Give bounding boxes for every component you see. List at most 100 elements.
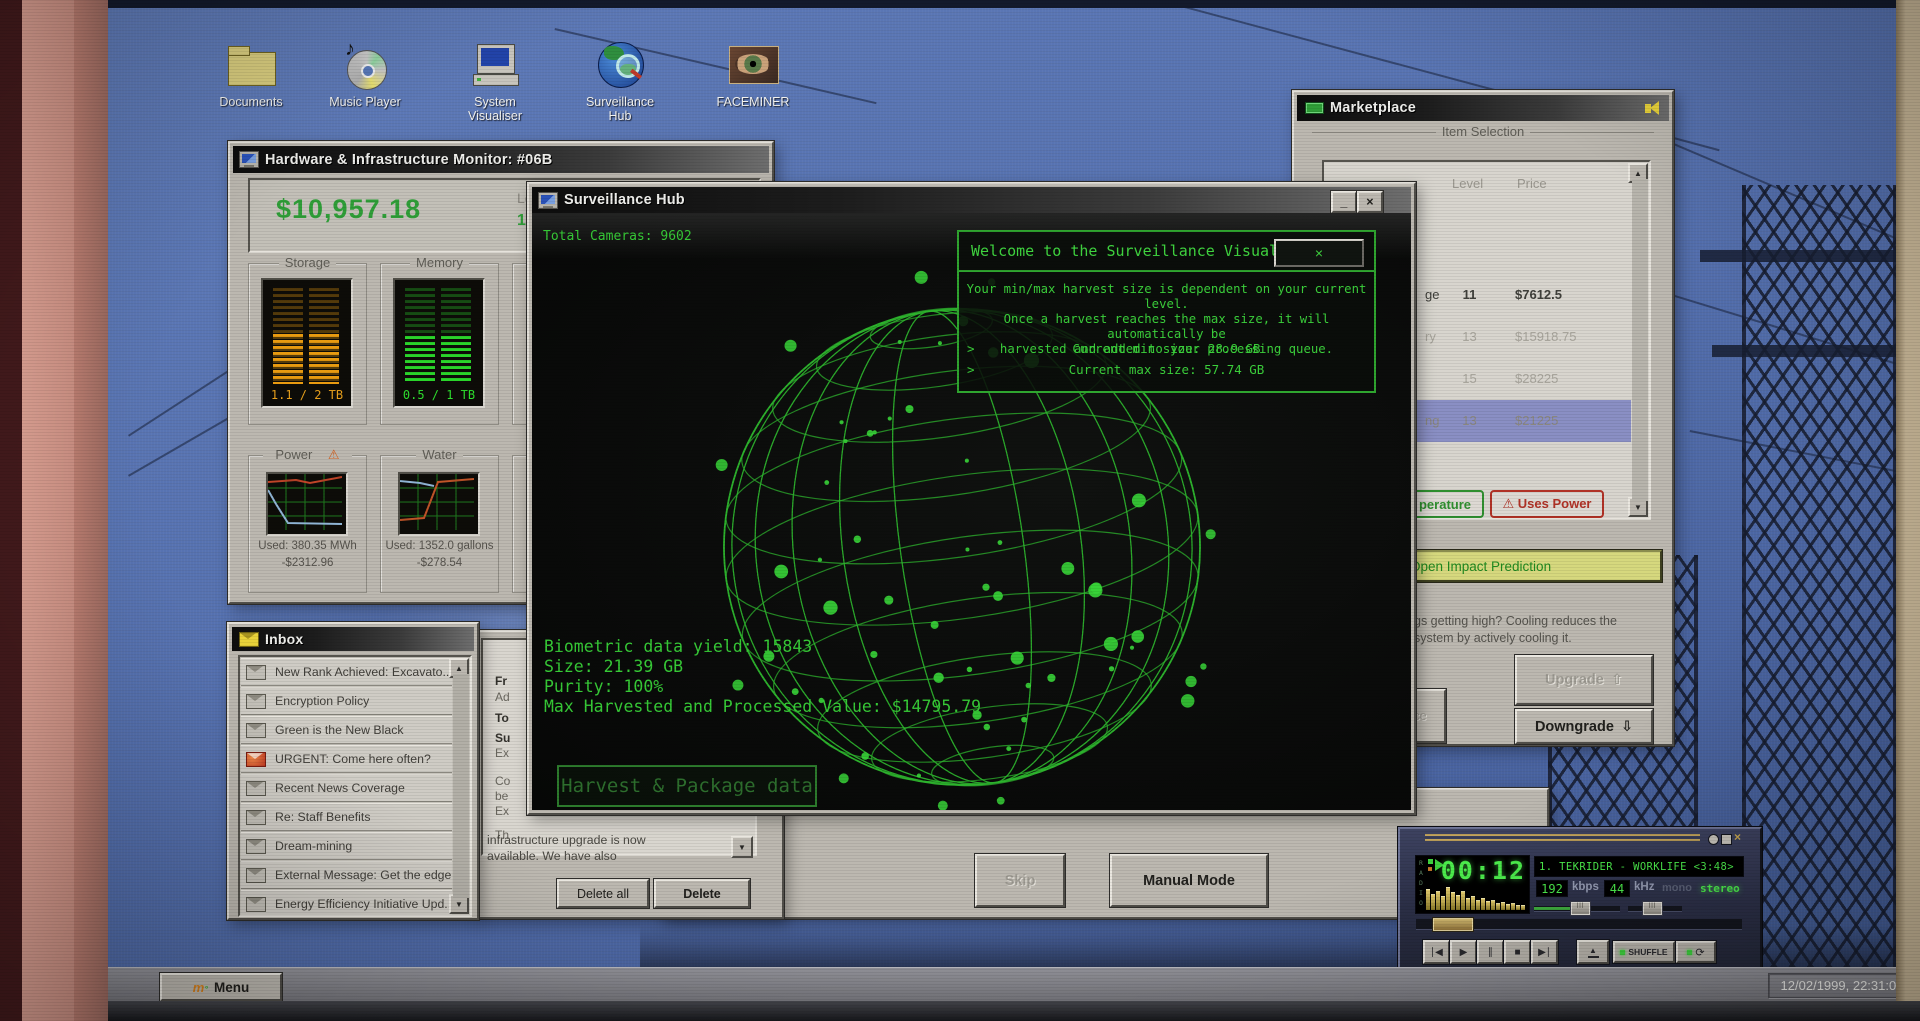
item-level: 11 bbox=[1462, 287, 1477, 302]
storage-group: Storage 1.1 / 2 TB bbox=[248, 255, 367, 425]
track-display[interactable]: 1. TEKRIDER - WORKLIFE <3:48> bbox=[1534, 856, 1744, 877]
inbox-item[interactable]: Dream-mining bbox=[241, 832, 452, 860]
player-minimize-icon[interactable] bbox=[1708, 834, 1719, 845]
downgrade-arrow-icon: ⇩ bbox=[1620, 718, 1634, 735]
play-button[interactable]: ▶ bbox=[1450, 940, 1477, 964]
marketplace-titlebar: Marketplace bbox=[1297, 95, 1669, 121]
inbox-item[interactable]: Green is the New Black bbox=[241, 716, 452, 744]
player-close-icon[interactable]: × bbox=[1734, 830, 1741, 844]
inbox-item[interactable]: Re: Staff Benefits bbox=[241, 803, 452, 831]
memory-value: 0.5 / 1 TB bbox=[402, 388, 476, 402]
inbox-subject: Energy Efficiency Initiative Upd... bbox=[275, 897, 452, 911]
close-button[interactable]: × bbox=[1357, 191, 1383, 213]
inbox-item[interactable]: Encryption Policy bbox=[241, 687, 452, 715]
faceminer-logo-icon: m° bbox=[192, 979, 208, 995]
email-scroll-down-icon[interactable]: ▼ bbox=[731, 836, 753, 858]
email-field-fragment: Ex bbox=[495, 746, 510, 760]
min-size-line: Current min size: 28.9 GB bbox=[1072, 341, 1261, 356]
upgrade-button[interactable]: Upgrade ⇧ bbox=[1515, 655, 1653, 705]
memory-label: Memory bbox=[410, 255, 469, 270]
balance-slider-thumb[interactable] bbox=[1642, 901, 1663, 916]
manual-mode-button[interactable]: Manual Mode bbox=[1110, 854, 1268, 907]
desktop-icon-music-player[interactable]: ♪ Music Player bbox=[313, 38, 417, 109]
storage-gauge: 1.1 / 2 TB bbox=[261, 278, 353, 408]
speaker-icon-body bbox=[1645, 104, 1651, 113]
seek-bar[interactable] bbox=[1416, 917, 1742, 932]
memory-group: Memory 0.5 / 1 TB bbox=[380, 255, 499, 425]
player-time: 00:12 bbox=[1440, 856, 1526, 885]
desktop-icon-documents[interactable]: Documents bbox=[199, 38, 303, 109]
downgrade-button[interactable]: Downgrade ⇩ bbox=[1515, 709, 1653, 744]
skip-button[interactable]: Skip bbox=[975, 854, 1065, 907]
desktop-icon-faceminer[interactable]: FACEMINER bbox=[701, 38, 805, 109]
memory-gauge: 0.5 / 1 TB bbox=[393, 278, 485, 408]
eject-button[interactable]: ▲ bbox=[1577, 940, 1609, 964]
repeat-led bbox=[1687, 949, 1693, 955]
water-label: Water bbox=[416, 447, 463, 462]
open-impact-prediction-button[interactable]: Open Impact Prediction bbox=[1400, 550, 1662, 582]
menu-button[interactable]: m° Menu bbox=[160, 973, 282, 1001]
next-button[interactable]: ▶∣ bbox=[1531, 940, 1558, 964]
surveillance-viewport: Total Cameras: 9602 Biometric data yield… bbox=[532, 213, 1411, 810]
pylon-tower bbox=[1742, 185, 1897, 1000]
volume-slider[interactable] bbox=[1534, 901, 1620, 916]
money-icon bbox=[1305, 102, 1324, 114]
harvest-stats: Biometric data yield: 15843 Size: 21.39 G… bbox=[544, 637, 981, 717]
power-cost: -$2312.96 bbox=[281, 557, 334, 569]
icon-label: Music Player bbox=[329, 95, 401, 109]
pylon-arm bbox=[1700, 250, 1896, 262]
stat-line: Size: 21.39 GB bbox=[544, 657, 684, 676]
play-state-led bbox=[1428, 859, 1433, 864]
inbox-item[interactable]: External Message: Get the edge... bbox=[241, 861, 452, 889]
harvest-package-button[interactable]: Harvest & Package data bbox=[557, 765, 817, 807]
seek-handle[interactable] bbox=[1432, 917, 1474, 932]
player-shade-icon[interactable] bbox=[1721, 834, 1732, 845]
volume-slider-thumb[interactable] bbox=[1570, 901, 1591, 916]
inbox-item[interactable]: Energy Efficiency Initiative Upd... bbox=[241, 890, 452, 915]
balance-value: $10,957.18 bbox=[276, 194, 422, 224]
water-used: Used: 1352.0 gallons bbox=[385, 540, 494, 552]
monitor-icon bbox=[538, 191, 558, 209]
desktop-icon-surveillance[interactable]: Surveillance Hub bbox=[568, 38, 672, 123]
stat-line: Purity: 100% bbox=[544, 677, 664, 696]
scrollbar-track[interactable] bbox=[1632, 179, 1648, 501]
stop-button[interactable]: ■ bbox=[1504, 940, 1531, 964]
shuffle-led bbox=[1620, 949, 1626, 955]
surveillance-hub-window: Surveillance Hub _ × Total Cameras: 9602… bbox=[527, 182, 1416, 815]
pause-button[interactable]: ∥ bbox=[1477, 940, 1504, 964]
inbox-subject: Encryption Policy bbox=[275, 694, 370, 708]
eye-icon bbox=[727, 38, 779, 90]
item-price: $7612.5 bbox=[1515, 287, 1562, 302]
player-titlebar[interactable] bbox=[1425, 834, 1700, 842]
globe-search-icon bbox=[594, 38, 646, 90]
icon-label: FACEMINER bbox=[716, 95, 790, 109]
minimize-button[interactable]: _ bbox=[1331, 191, 1357, 213]
inbox-subject: Green is the New Black bbox=[275, 723, 404, 737]
desktop-icon-system[interactable]: System Visualiser bbox=[443, 38, 547, 123]
prev-button[interactable]: ∣◀ bbox=[1423, 940, 1450, 964]
inbox-scrollbar-track[interactable] bbox=[453, 674, 469, 898]
inbox-title: Inbox bbox=[265, 631, 304, 647]
temperature-badge: perature bbox=[1406, 490, 1484, 518]
icon-label: Documents bbox=[219, 95, 283, 109]
inbox-item[interactable]: New Rank Achieved: Excavato... bbox=[241, 658, 452, 686]
balance-slider[interactable] bbox=[1628, 901, 1682, 916]
email-field-fragment: Ad bbox=[495, 690, 510, 704]
warning-icon: ⚠ bbox=[321, 447, 346, 462]
pylon-arm bbox=[1712, 345, 1896, 357]
inbox-item[interactable]: Recent News Coverage bbox=[241, 774, 452, 802]
shuffle-button[interactable]: SHUFFLE bbox=[1613, 941, 1675, 963]
welcome-dialog-titlebar: Welcome to the Surveillance Visualiser! … bbox=[959, 232, 1374, 272]
total-cameras: Total Cameras: 9602 bbox=[543, 229, 692, 244]
delete-all-button[interactable]: Delete all bbox=[557, 879, 649, 908]
inbox-item[interactable]: URGENT: Come here often? bbox=[241, 745, 452, 773]
welcome-close-button[interactable]: × bbox=[1274, 239, 1364, 267]
mail-icon bbox=[246, 693, 266, 709]
music-player-window: × RADIO 00:12 1. TEKRIDER - WORKLIFE <3:… bbox=[1398, 827, 1762, 973]
column-price: Price bbox=[1517, 176, 1547, 191]
samplerate-unit: kHz bbox=[1634, 881, 1655, 893]
repeat-button[interactable]: ⟳ bbox=[1676, 941, 1716, 963]
mono-indicator: mono bbox=[1662, 882, 1692, 894]
delete-button[interactable]: Delete bbox=[654, 879, 750, 908]
mail-icon bbox=[246, 867, 266, 883]
